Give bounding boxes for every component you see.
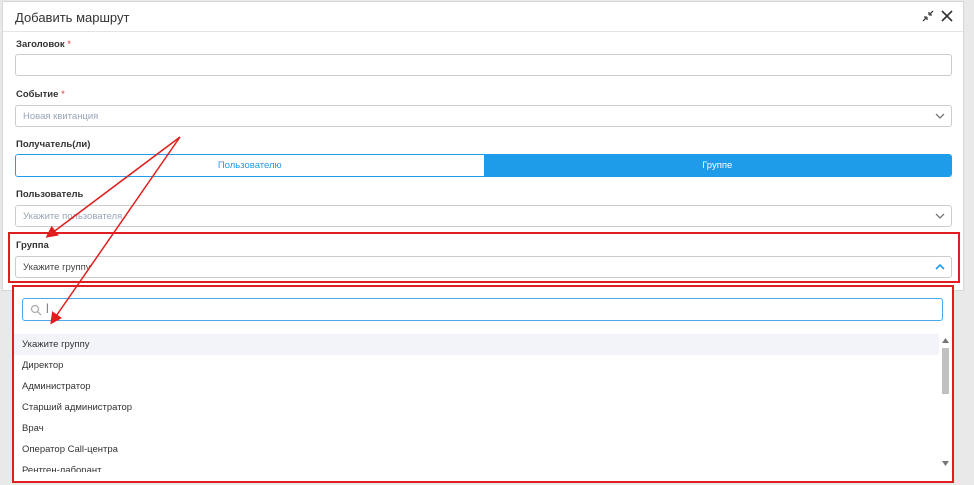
user-select[interactable]: Укажите пользователя [15, 205, 952, 227]
close-icon[interactable] [939, 8, 955, 24]
recipient-option-group[interactable]: Группе [483, 155, 951, 176]
recipients-label: Получатель(ли) [16, 139, 91, 150]
collapse-icon[interactable] [920, 8, 936, 24]
title-input[interactable] [15, 54, 952, 76]
event-select-value: Новая квитанция [23, 111, 99, 122]
recipient-option-user[interactable]: Пользователю [16, 155, 484, 176]
event-label: Событие * [16, 89, 65, 100]
required-mark: * [61, 89, 65, 100]
dialog-titlebar: Добавить маршрут [3, 2, 963, 32]
title-label: Заголовок * [16, 39, 71, 50]
required-mark: * [67, 39, 71, 50]
event-label-text: Событие [16, 89, 59, 100]
title-label-text: Заголовок [16, 39, 65, 50]
chevron-down-icon [935, 113, 945, 119]
user-label: Пользователь [16, 189, 84, 200]
event-select[interactable]: Новая квитанция [15, 105, 952, 127]
dialog-title: Добавить маршрут [15, 10, 130, 25]
group-field-highlight [8, 232, 960, 283]
user-select-placeholder: Укажите пользователя [23, 211, 123, 222]
dropdown-highlight [12, 285, 954, 483]
recipient-toggle: Пользователю Группе [15, 154, 952, 177]
chevron-down-icon [935, 213, 945, 219]
